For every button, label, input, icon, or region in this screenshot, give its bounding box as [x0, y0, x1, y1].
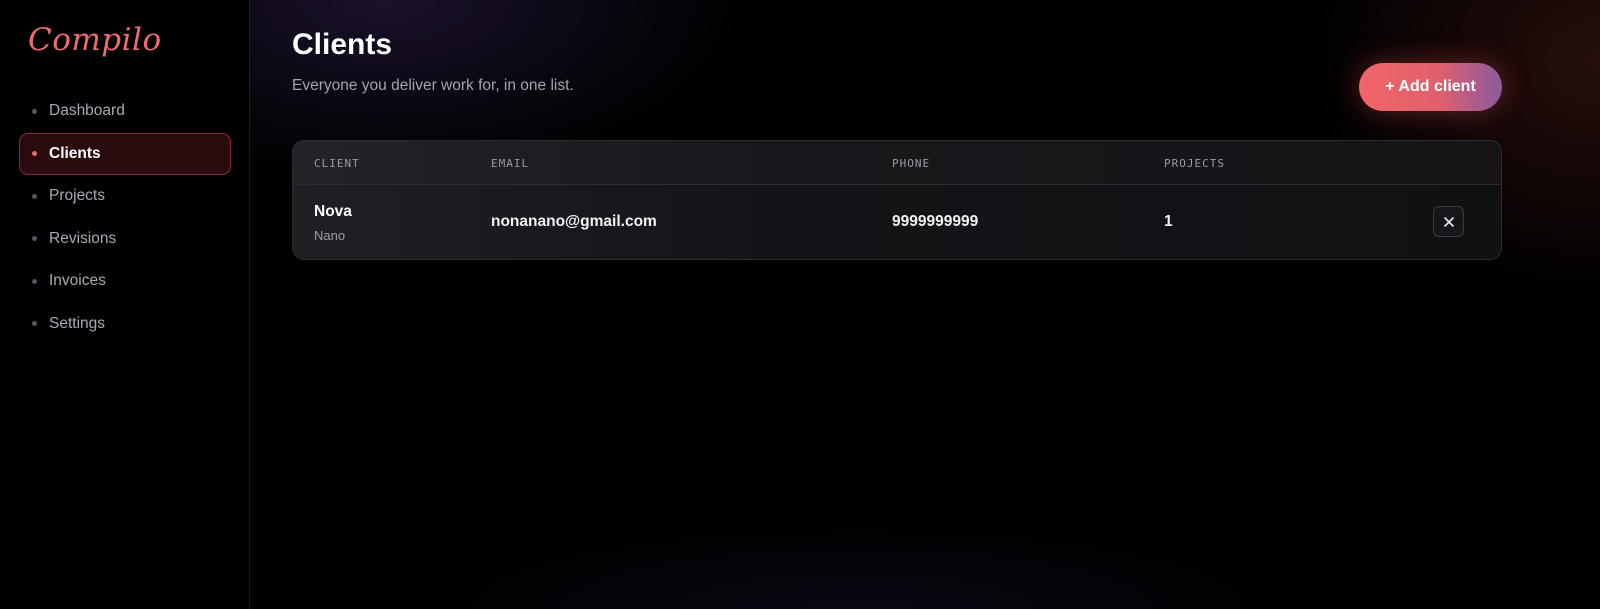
sidebar-item-revisions[interactable]: Revisions [19, 218, 231, 260]
nav-dot-icon [32, 151, 37, 156]
column-header-client: CLIENT [314, 157, 360, 170]
sidebar-item-clients[interactable]: Clients [19, 132, 231, 175]
sidebar-item-label: Dashboard [49, 102, 125, 119]
column-header-phone: PHONE [892, 157, 931, 170]
table-header: CLIENT EMAIL PHONE PROJECTS [293, 141, 1501, 185]
logo[interactable]: Compilo [28, 22, 162, 58]
column-header-email: EMAIL [491, 157, 530, 170]
clients-table: CLIENT EMAIL PHONE PROJECTS Nova Nano no… [292, 140, 1502, 260]
client-projects-count: 1 [1164, 213, 1173, 230]
close-icon [1443, 216, 1454, 227]
app: Compilo Dashboard Clients Projects Revis… [0, 0, 1600, 609]
nav-dot-icon [32, 108, 37, 114]
sidebar-nav: Dashboard Clients Projects Revisions Inv… [19, 90, 231, 345]
sidebar-item-invoices[interactable]: Invoices [19, 260, 231, 302]
table-row[interactable]: Nova Nano nonanano@gmail.com 9999999999 … [293, 185, 1501, 259]
page-subtitle: Everyone you deliver work for, in one li… [292, 77, 574, 94]
nav-dot-icon [32, 278, 37, 284]
client-phone: 9999999999 [892, 213, 979, 230]
page-title: Clients [292, 28, 393, 61]
column-header-projects: PROJECTS [1164, 157, 1225, 170]
delete-client-button[interactable] [1433, 206, 1464, 237]
add-client-button[interactable]: + Add client [1359, 63, 1502, 111]
client-company: Nano [314, 228, 346, 243]
sidebar-item-label: Clients [49, 144, 101, 162]
sidebar-item-label: Settings [49, 314, 106, 332]
sidebar-item-label: Invoices [49, 272, 106, 289]
main-content: Clients Everyone you deliver work for, i… [250, 0, 1600, 609]
sidebar-item-label: Projects [49, 187, 105, 204]
nav-dot-icon [32, 236, 37, 241]
client-email: nonanano@gmail.com [491, 213, 657, 230]
sidebar: Compilo Dashboard Clients Projects Revis… [0, 0, 250, 609]
nav-dot-icon [32, 193, 37, 199]
sidebar-item-dashboard[interactable]: Dashboard [19, 90, 231, 132]
client-name: Nova [314, 203, 352, 220]
nav-dot-icon [32, 321, 37, 326]
sidebar-item-projects[interactable]: Projects [19, 175, 231, 217]
sidebar-item-label: Revisions [49, 229, 117, 247]
sidebar-item-settings[interactable]: Settings [19, 303, 231, 345]
